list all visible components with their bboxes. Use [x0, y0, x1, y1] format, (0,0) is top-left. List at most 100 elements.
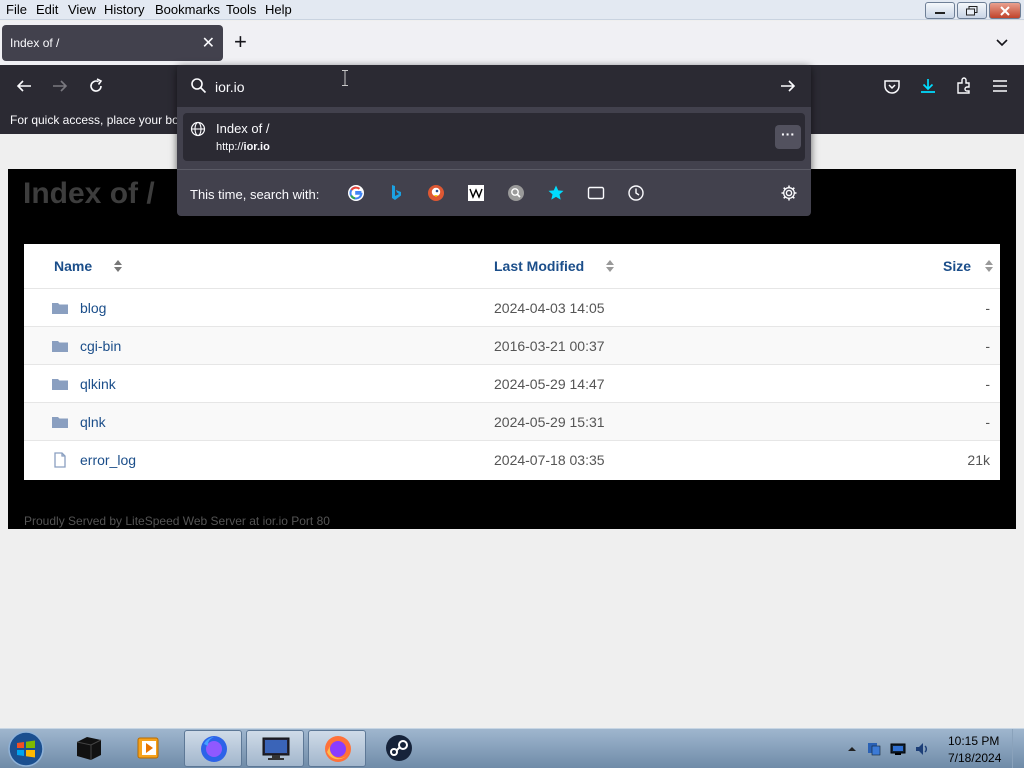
google-icon[interactable]	[347, 184, 365, 202]
suggestion-url: http://ior.io	[216, 141, 270, 153]
start-button-icon[interactable]	[6, 730, 46, 768]
taskbar-app-remote-desktop[interactable]	[246, 730, 304, 767]
pocket-icon[interactable]	[882, 76, 902, 96]
url-input[interactable]	[215, 77, 775, 97]
file-name-link[interactable]: error_log	[80, 452, 136, 468]
column-modified-header[interactable]: Last Modified	[494, 258, 615, 274]
black-box-app-icon	[76, 737, 102, 760]
network-tray-icon[interactable]	[866, 741, 882, 757]
search-icon	[191, 78, 207, 94]
volume-tray-icon[interactable]	[914, 741, 930, 757]
server-footer: Proudly Served by LiteSpeed Web Server a…	[24, 514, 330, 528]
reload-icon[interactable]	[86, 76, 106, 96]
table-row[interactable]: qlkink 2024-05-29 14:47 -	[24, 365, 1000, 403]
steam-icon	[386, 735, 412, 761]
bookmarks-hint-text: For quick access, place your boo	[10, 113, 186, 127]
history-clock-icon[interactable]	[627, 184, 645, 202]
folder-icon	[52, 379, 68, 390]
tab-index-of[interactable]: Index of / ✕	[2, 25, 223, 61]
taskbar-app-steam[interactable]	[370, 730, 428, 767]
wikipedia-icon[interactable]	[467, 184, 485, 202]
file-name-link[interactable]: blog	[80, 300, 106, 316]
taskbar-app-media-player[interactable]	[120, 730, 178, 767]
back-arrow-icon[interactable]	[14, 76, 34, 96]
firefox-developer-icon	[201, 736, 227, 762]
table-row[interactable]: cgi-bin 2016-03-21 00:37 -	[24, 327, 1000, 365]
menu-tools[interactable]: Tools	[226, 2, 256, 17]
clock-date[interactable]: 7/18/2024	[948, 751, 1001, 765]
close-window-button[interactable]	[989, 2, 1021, 19]
suggestion-more-button[interactable]: ···	[775, 125, 801, 149]
table-row[interactable]: error_log 2024-07-18 03:35 21k	[24, 441, 1000, 479]
close-icon	[1000, 6, 1010, 16]
file-modified: 2024-04-03 14:05	[494, 300, 605, 316]
go-arrow-icon[interactable]	[779, 77, 797, 95]
tab-close-button[interactable]: ✕	[202, 33, 215, 53]
file-size: 21k	[967, 452, 990, 468]
bookmarks-star-icon[interactable]	[547, 184, 565, 202]
column-name-header[interactable]: Name	[54, 258, 123, 274]
table-header: Name Last Modified Size	[24, 244, 1000, 289]
restore-icon	[966, 6, 978, 16]
restore-button[interactable]	[957, 2, 987, 19]
file-modified: 2024-05-29 14:47	[494, 376, 605, 392]
minimize-icon	[935, 12, 945, 14]
search-engine-icon[interactable]	[507, 184, 525, 202]
taskbar-app-firefox-dev[interactable]	[184, 730, 242, 767]
taskbar-app-firefox[interactable]	[308, 730, 366, 767]
table-row[interactable]: qlnk 2024-05-29 15:31 -	[24, 403, 1000, 441]
table-row[interactable]: blog 2024-04-03 14:05 -	[24, 289, 1000, 327]
sort-icon	[606, 260, 615, 272]
urlbar	[177, 65, 811, 107]
firefox-icon	[325, 736, 351, 762]
file-size: -	[985, 338, 990, 354]
download-icon[interactable]	[918, 76, 938, 96]
forward-arrow-icon[interactable]	[50, 76, 70, 96]
taskbar-app-terminal[interactable]	[60, 730, 118, 767]
globe-icon	[190, 121, 206, 137]
url-suggestion-result[interactable]: Index of / http://ior.io ···	[183, 113, 805, 161]
menu-help[interactable]: Help	[265, 2, 292, 17]
menu-file[interactable]: File	[6, 2, 27, 17]
folder-icon	[52, 303, 68, 314]
media-player-icon	[137, 737, 159, 759]
minimize-button[interactable]	[925, 2, 955, 19]
duckduckgo-icon[interactable]	[427, 184, 445, 202]
sort-icon	[984, 260, 993, 272]
column-size-header[interactable]: Size	[943, 258, 993, 274]
display-tray-icon[interactable]	[890, 741, 906, 757]
urlbar-dropdown: Index of / http://ior.io ··· This time, …	[177, 65, 811, 216]
tabs-icon[interactable]	[587, 184, 605, 202]
menu-bar: File Edit View History Bookmarks Tools H…	[0, 0, 1024, 20]
directory-listing-table: Name Last Modified Size blog 2024-04-03 …	[24, 244, 1000, 480]
clock-time[interactable]: 10:15 PM	[948, 734, 999, 748]
page-title: Index of /	[23, 177, 155, 210]
suggestion-url-prefix: http://	[216, 141, 244, 153]
tray-expand-icon[interactable]	[844, 741, 860, 757]
folder-icon	[52, 417, 68, 428]
hamburger-menu-icon[interactable]	[990, 76, 1010, 96]
chevron-down-icon[interactable]	[994, 34, 1010, 50]
page-content: Index of / Name Last Modified Size blog …	[8, 169, 1016, 529]
monitor-icon	[262, 737, 290, 760]
gear-icon[interactable]	[780, 184, 798, 202]
extensions-icon[interactable]	[954, 76, 974, 96]
tab-title: Index of /	[10, 36, 60, 50]
column-size-label: Size	[943, 258, 972, 274]
menu-view[interactable]: View	[68, 2, 96, 17]
bing-icon[interactable]	[387, 184, 405, 202]
show-desktop-button[interactable]	[1012, 729, 1024, 768]
menu-edit[interactable]: Edit	[36, 2, 58, 17]
file-name-link[interactable]: cgi-bin	[80, 338, 121, 354]
windows-taskbar: 10:15 PM 7/18/2024	[0, 728, 1024, 768]
new-tab-button[interactable]: +	[234, 30, 247, 54]
file-name-link[interactable]: qlnk	[80, 414, 106, 430]
file-size: -	[985, 414, 990, 430]
file-name-link[interactable]: qlkink	[80, 376, 116, 392]
suggestion-title: Index of /	[216, 121, 270, 136]
menu-history[interactable]: History	[104, 2, 144, 17]
menu-bookmarks[interactable]: Bookmarks	[155, 2, 220, 17]
file-icon	[54, 452, 66, 468]
sort-icon	[114, 260, 123, 272]
file-modified: 2016-03-21 00:37	[494, 338, 605, 354]
